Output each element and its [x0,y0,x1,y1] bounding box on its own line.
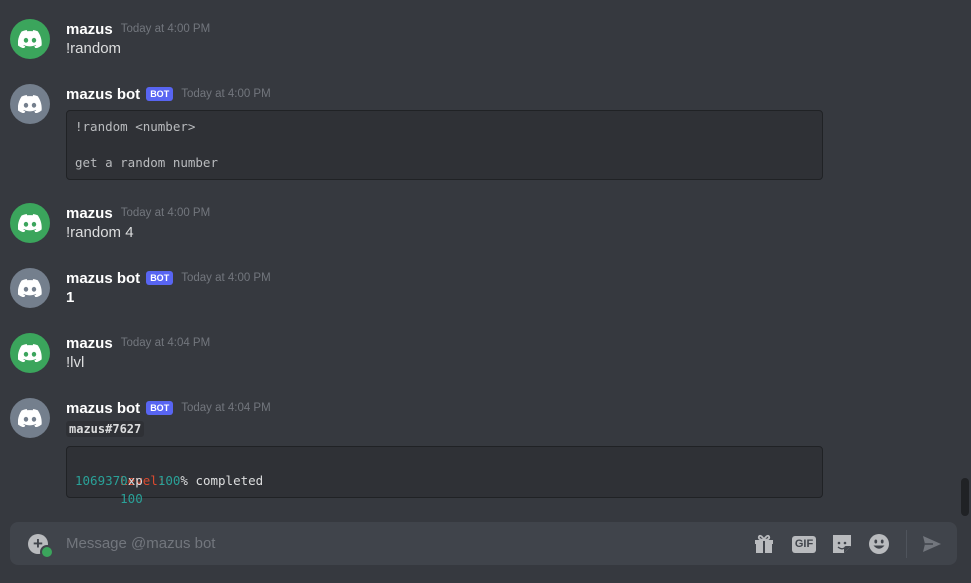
timestamp: Today at 4:00 PM [181,88,271,100]
timestamp: Today at 4:00 PM [120,207,211,219]
username[interactable]: mazus [66,21,113,38]
emoji-icon [869,534,889,554]
send-icon [923,536,941,552]
percent-value: 100 [157,473,181,488]
bot-avatar[interactable] [10,268,50,308]
percent-suffix: % completed [180,473,264,488]
username[interactable]: mazus [66,205,113,222]
message-text: !random 4 [66,224,134,241]
user-avatar[interactable] [10,19,50,59]
message-text: !random [66,40,122,57]
bot-tag: BOT [146,87,174,101]
gift-icon [755,534,773,553]
discord-logo-icon [18,30,42,48]
discord-logo-icon [18,279,42,297]
inline-code: mazus#7627 [66,421,145,437]
message-composer: + GIF [10,522,957,565]
username[interactable]: mazus bot [66,86,140,103]
sticker-button[interactable] [830,532,854,556]
sticker-icon [833,535,851,553]
discord-logo-icon [18,409,42,427]
gif-icon: GIF [791,535,817,553]
discord-logo-icon [18,344,42,362]
plus-circle-icon[interactable]: + [28,534,54,559]
bot-tag: BOT [146,401,174,415]
message-item: mazus Today at 4:04 PM !lvl [0,333,960,377]
message-item: mazus bot BOT Today at 4:00 PM !random <… [0,84,960,184]
scrollbar-track[interactable] [961,0,969,515]
bot-tag: BOT [146,271,174,285]
message-text: 1 [66,289,75,306]
emoji-button[interactable] [867,532,891,556]
username[interactable]: mazus bot [66,400,140,417]
composer-divider [906,530,907,558]
timestamp: Today at 4:04 PM [181,402,271,414]
message-text: !lvl [66,354,85,371]
message-input[interactable] [66,533,686,553]
discord-logo-icon [18,95,42,113]
timestamp: Today at 4:00 PM [120,23,211,35]
message-item: mazus bot BOT Today at 4:04 PM mazus#762… [0,398,960,506]
xp-value: 1069370 [75,473,128,488]
code-line: get a random number [75,155,218,170]
level-code-block: Level: 100 1069370xp 100% completed [66,446,823,506]
username[interactable]: mazus bot [66,270,140,287]
bot-avatar[interactable] [10,398,50,438]
level-value: 100 [120,491,143,506]
scrollbar-thumb[interactable] [961,478,969,516]
discord-logo-icon [18,214,42,232]
code-block: !random <number> get a random number [66,110,823,180]
username[interactable]: mazus [66,335,113,352]
gif-button[interactable]: GIF [790,532,818,556]
timestamp: Today at 4:00 PM [181,272,271,284]
message-item: mazus bot BOT Today at 4:00 PM 1 [0,268,960,312]
user-avatar[interactable] [10,203,50,243]
message-item: mazus Today at 4:00 PM !random [0,19,960,63]
message-item: mazus Today at 4:00 PM !random 4 [0,203,960,247]
bot-avatar[interactable] [10,84,50,124]
xp-unit: xp [127,473,143,488]
send-button[interactable] [920,532,944,556]
gift-button[interactable] [752,532,776,556]
user-avatar[interactable] [10,333,50,373]
code-line: !random <number> [75,119,196,134]
timestamp: Today at 4:04 PM [120,337,211,349]
